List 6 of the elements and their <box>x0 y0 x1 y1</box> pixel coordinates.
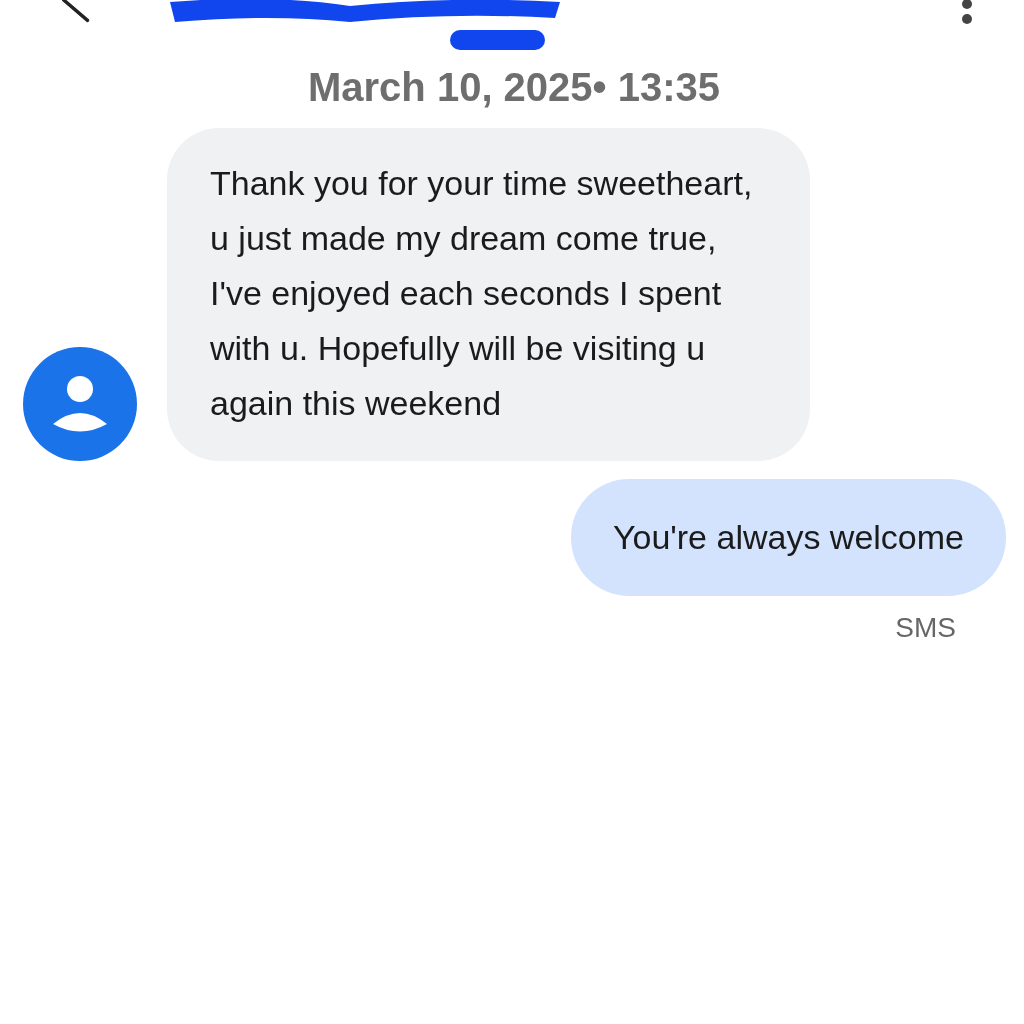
more-options-icon[interactable] <box>960 0 974 24</box>
outgoing-message: You're always welcome <box>570 479 1006 596</box>
contact-avatar-icon <box>23 347 137 461</box>
incoming-message: Thank you for your time sweetheart, u just made my dream come true, I've enjoyed each seconds I spent with u. Hopefully will be visiting u again this weekend <box>167 128 810 461</box>
conversation-date: March 10, 2025• 13:35 <box>306 65 722 110</box>
message-type-label: SMS <box>895 612 956 644</box>
